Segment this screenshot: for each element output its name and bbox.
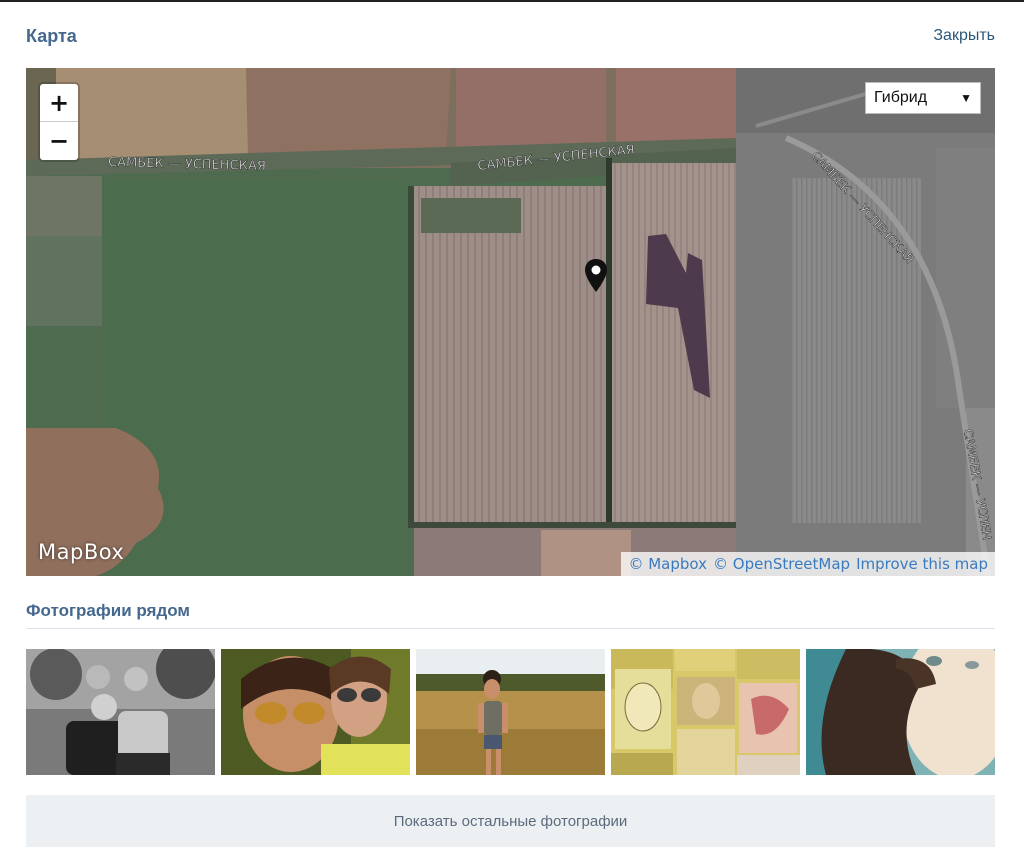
top-border xyxy=(0,0,1024,2)
satellite-imagery[interactable]: САМБЕК — УСПЕНСКАЯ САМБЕК — УСПЕНСКАЯ СА… xyxy=(26,68,995,576)
photo-thumbnail[interactable] xyxy=(26,649,215,775)
show-more-photos-button[interactable]: Показать остальные фотографии xyxy=(26,795,995,847)
mapbox-attribution-link[interactable]: © Mapbox xyxy=(628,555,707,573)
map-view[interactable]: САМБЕК — УСПЕНСКАЯ САМБЕК — УСПЕНСКАЯ СА… xyxy=(26,68,995,576)
map-attribution: © Mapbox © OpenStreetMap Improve this ma… xyxy=(621,552,995,576)
photo-thumbnail[interactable] xyxy=(611,649,800,775)
nearby-photos-grid xyxy=(26,649,995,775)
chevron-down-icon: ▼ xyxy=(960,91,972,105)
photo-thumbnail[interactable] xyxy=(221,649,410,775)
photo-thumbnail[interactable] xyxy=(416,649,605,775)
map-layer-select[interactable]: Гибрид ▼ xyxy=(865,82,981,114)
section-divider xyxy=(26,628,995,629)
close-link[interactable]: Закрыть xyxy=(933,27,995,45)
location-pin-icon[interactable] xyxy=(583,258,609,294)
nearby-photos-title: Фотографии рядом xyxy=(26,601,190,620)
improve-map-link[interactable]: Improve this map xyxy=(856,555,988,573)
mapbox-logo: MapBox xyxy=(38,540,125,564)
page-title: Карта xyxy=(26,26,77,46)
zoom-out-button[interactable]: − xyxy=(40,121,78,159)
layer-selected-label: Гибрид xyxy=(874,89,928,106)
map-header: Карта Закрыть xyxy=(26,26,995,50)
osm-attribution-link[interactable]: © OpenStreetMap xyxy=(713,555,850,573)
zoom-in-button[interactable]: + xyxy=(40,84,78,121)
photo-thumbnail[interactable] xyxy=(806,649,995,775)
zoom-control: + − xyxy=(40,84,78,160)
